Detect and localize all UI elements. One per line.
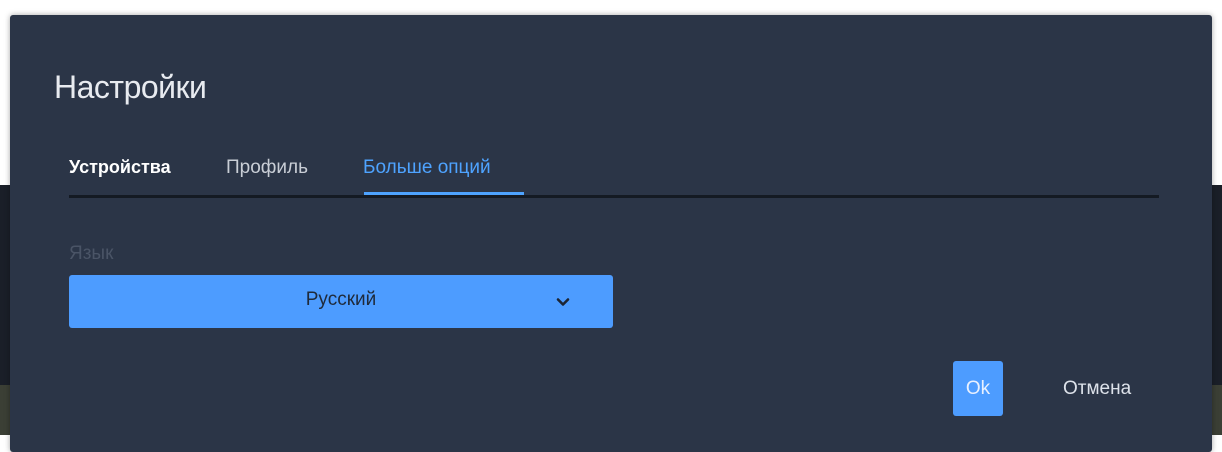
chevron-down-icon bbox=[556, 298, 570, 306]
language-select[interactable]: Русский bbox=[69, 275, 613, 328]
active-tab-indicator bbox=[364, 192, 524, 195]
settings-tabs: Устройства Профиль Больше опций bbox=[69, 155, 1159, 198]
cancel-button[interactable]: Отмена bbox=[1063, 361, 1131, 416]
tab-devices[interactable]: Устройства bbox=[69, 157, 171, 193]
dialog-title: Настройки bbox=[54, 69, 207, 105]
tab-profile[interactable]: Профиль bbox=[226, 157, 308, 194]
tab-more-options[interactable]: Больше опций bbox=[363, 157, 491, 194]
settings-dialog: Настройки Устройства Профиль Больше опци… bbox=[10, 15, 1212, 452]
language-select-value: Русский bbox=[305, 289, 377, 310]
ok-button[interactable]: Ok bbox=[953, 361, 1003, 416]
language-label: Язык bbox=[69, 243, 114, 264]
